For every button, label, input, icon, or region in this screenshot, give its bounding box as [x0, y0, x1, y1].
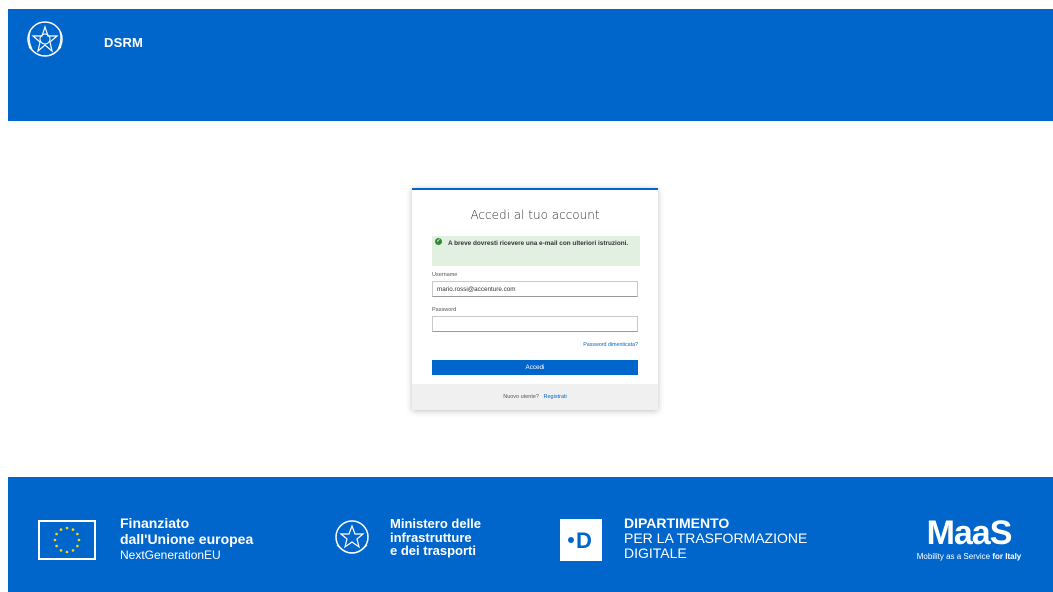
password-input[interactable]: [432, 316, 638, 332]
alert-message: A breve dovresti ricevere una e-mail con…: [448, 240, 629, 247]
ministry-line-3: e dei trasporti: [390, 543, 476, 558]
department-text: DIPARTIMENTO PER LA TRASFORMAZIONE DIGIT…: [624, 516, 807, 561]
funding-footer: Finanziato dall'Unione europea NextGener…: [8, 477, 1053, 592]
password-label: Password: [432, 307, 457, 313]
register-link[interactable]: Registrati: [544, 394, 567, 400]
username-label: Username: [432, 272, 458, 278]
forgot-password-link[interactable]: Password dimenticata?: [583, 342, 638, 348]
check-circle-icon: ✓: [435, 238, 442, 245]
eu-funding-text: Finanziato dall'Unione europea NextGener…: [120, 515, 253, 563]
login-button[interactable]: Accedi: [432, 360, 638, 375]
register-bar: Nuovo utente? Registrati: [412, 384, 658, 410]
maas-tagline-text: Mobility as a Service: [916, 552, 991, 561]
top-header: DSRM: [8, 9, 1053, 121]
department-line-2: PER LA TRASFORMAZIONE: [624, 530, 808, 546]
eu-line-2: dall'Unione europea: [120, 531, 254, 547]
department-logo: D: [560, 519, 602, 561]
ministry-line-1: Ministero delle: [390, 516, 482, 531]
maas-tagline: Mobility as a Service for Italy: [898, 551, 1040, 563]
department-line-1: DIPARTIMENTO: [624, 515, 730, 531]
department-line-3: DIGITALE: [624, 545, 687, 561]
ministry-text: Ministero delle infrastrutture e dei tra…: [390, 517, 481, 558]
svg-text:D: D: [576, 528, 592, 553]
ministry-line-2: infrastrutture: [390, 529, 472, 545]
success-alert: ✓ A breve dovresti ricevere una e-mail c…: [432, 236, 640, 266]
new-user-prompt: Nuovo utente?: [503, 394, 539, 400]
republic-emblem-icon: [335, 520, 369, 554]
username-input[interactable]: [432, 281, 638, 297]
login-title: Accedi al tuo account: [470, 208, 600, 222]
maas-tagline-bold: for Italy: [992, 552, 1022, 561]
maas-wordmark: MaaS: [926, 514, 1013, 552]
eu-line-3: NextGenerationEU: [120, 548, 221, 562]
republic-emblem-icon: [27, 21, 63, 57]
eu-flag-icon: [38, 520, 96, 560]
login-card: Accedi al tuo account ✓ A breve dovresti…: [412, 188, 658, 410]
app-brand[interactable]: DSRM: [104, 35, 143, 50]
eu-line-1: Finanziato: [120, 515, 190, 531]
maas-logo: MaaS Mobility as a Service for Italy: [898, 515, 1040, 575]
